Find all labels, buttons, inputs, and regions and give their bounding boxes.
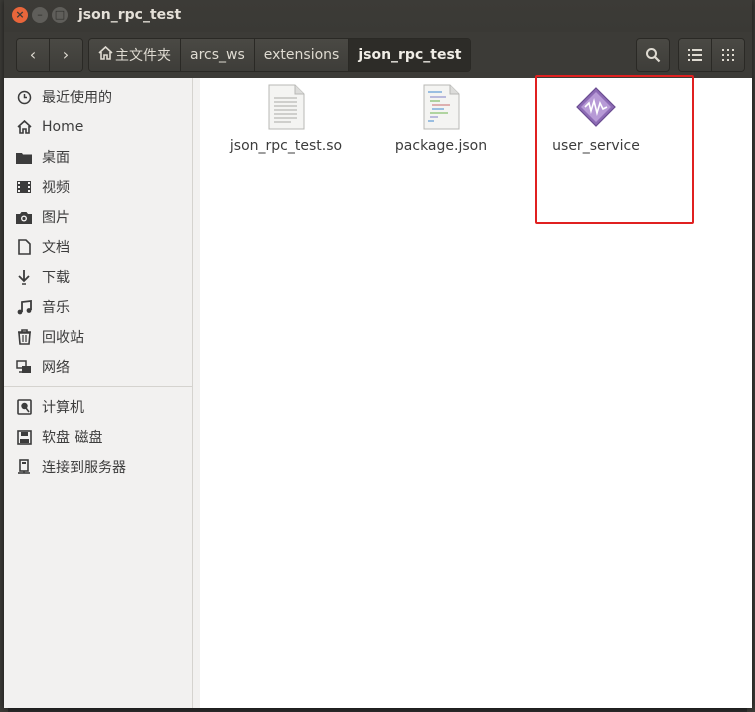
sidebar-item-music[interactable]: 音乐 [4,292,192,322]
sidebar-divider [4,386,192,387]
sidebar-item-home[interactable]: Home [4,112,192,142]
window-title: json_rpc_test [78,7,182,23]
network-icon [16,359,32,375]
sidebar-item-trash[interactable]: 回收站 [4,322,192,352]
home-icon [98,45,113,64]
minimize-window-button[interactable]: – [32,7,48,23]
download-icon [16,269,32,285]
music-icon [16,299,32,315]
sidebar-item-documents[interactable]: 文档 [4,232,192,262]
grid-view-icon [722,49,734,61]
sidebar-item-label: 音乐 [42,300,70,316]
annotation-highlight-box [535,75,694,224]
clock-icon [16,89,32,105]
forward-button[interactable]: › [49,39,82,71]
sidebar-item-label: 视频 [42,180,70,196]
breadcrumb-label: 主文件夹 [115,48,171,64]
search-button[interactable] [636,38,670,72]
sidebar-item-label: 软盘 磁盘 [42,430,103,446]
json-file-icon [423,84,460,130]
view-buttons [678,38,745,72]
sidebar-item-label: 计算机 [42,400,84,416]
maximize-window-button[interactable]: □ [52,7,68,23]
sidebar-item-label: 最近使用的 [42,90,112,106]
sidebar-item-label: 网络 [42,360,70,376]
text-file-icon [268,84,305,130]
sidebar-item-label: 文档 [42,240,70,256]
close-window-button[interactable]: × [12,7,28,23]
sidebar-item-recent[interactable]: 最近使用的 [4,82,192,112]
sidebar-item-pictures[interactable]: 图片 [4,202,192,232]
breadcrumb-json-rpc-test[interactable]: json_rpc_test [349,39,471,71]
sidebar-item-label: 图片 [42,210,70,226]
sidebar-item-desktop[interactable]: 桌面 [4,142,192,172]
file-name: package.json [394,138,488,154]
sidebar-item-label: Home [42,119,84,135]
sidebar-item-connect-to-server[interactable]: 连接到服务器 [4,452,192,482]
video-icon [16,179,32,195]
computer-icon [16,399,32,415]
folder-icon [16,149,32,165]
home-icon [16,119,32,135]
breadcrumb-home[interactable]: 主文件夹 [89,39,181,71]
camera-icon [16,209,32,225]
grid-view-button[interactable] [711,39,744,71]
sidebar-item-downloads[interactable]: 下载 [4,262,192,292]
breadcrumb-arcs-ws[interactable]: arcs_ws [181,39,255,71]
document-icon [16,239,32,255]
file-item-json-rpc-test-so[interactable]: json_rpc_test.so [216,84,356,154]
sidebar-item-label: 桌面 [42,150,70,166]
file-name: json_rpc_test.so [229,138,343,154]
sidebar-item-floppy-disk[interactable]: 软盘 磁盘 [4,422,192,452]
list-view-icon [688,49,702,61]
sidebar: 最近使用的 Home 桌面 视频 图片 文档 下载 音乐 回收站 网络 计算机 … [4,78,193,708]
list-view-button[interactable] [679,39,711,71]
file-item-package-json[interactable]: package.json [371,84,511,154]
floppy-icon [16,429,32,445]
search-icon [646,48,661,63]
trash-icon [16,329,32,345]
back-button[interactable]: ‹ [17,39,49,71]
toolbar: ‹ › 主文件夹 arcs_ws extensions json_rpc_tes… [4,32,752,78]
sidebar-item-network[interactable]: 网络 [4,352,192,382]
breadcrumb: 主文件夹 arcs_ws extensions json_rpc_test [88,38,472,72]
sidebar-item-label: 连接到服务器 [42,460,126,476]
title-bar: × – □ json_rpc_test [4,0,752,32]
sidebar-item-videos[interactable]: 视频 [4,172,192,202]
sidebar-item-label: 下载 [42,270,70,286]
breadcrumb-extensions[interactable]: extensions [254,39,350,71]
sidebar-item-label: 回收站 [42,330,84,346]
navigation-buttons: ‹ › [16,38,83,72]
server-icon [16,459,32,475]
sidebar-item-computer[interactable]: 计算机 [4,392,192,422]
